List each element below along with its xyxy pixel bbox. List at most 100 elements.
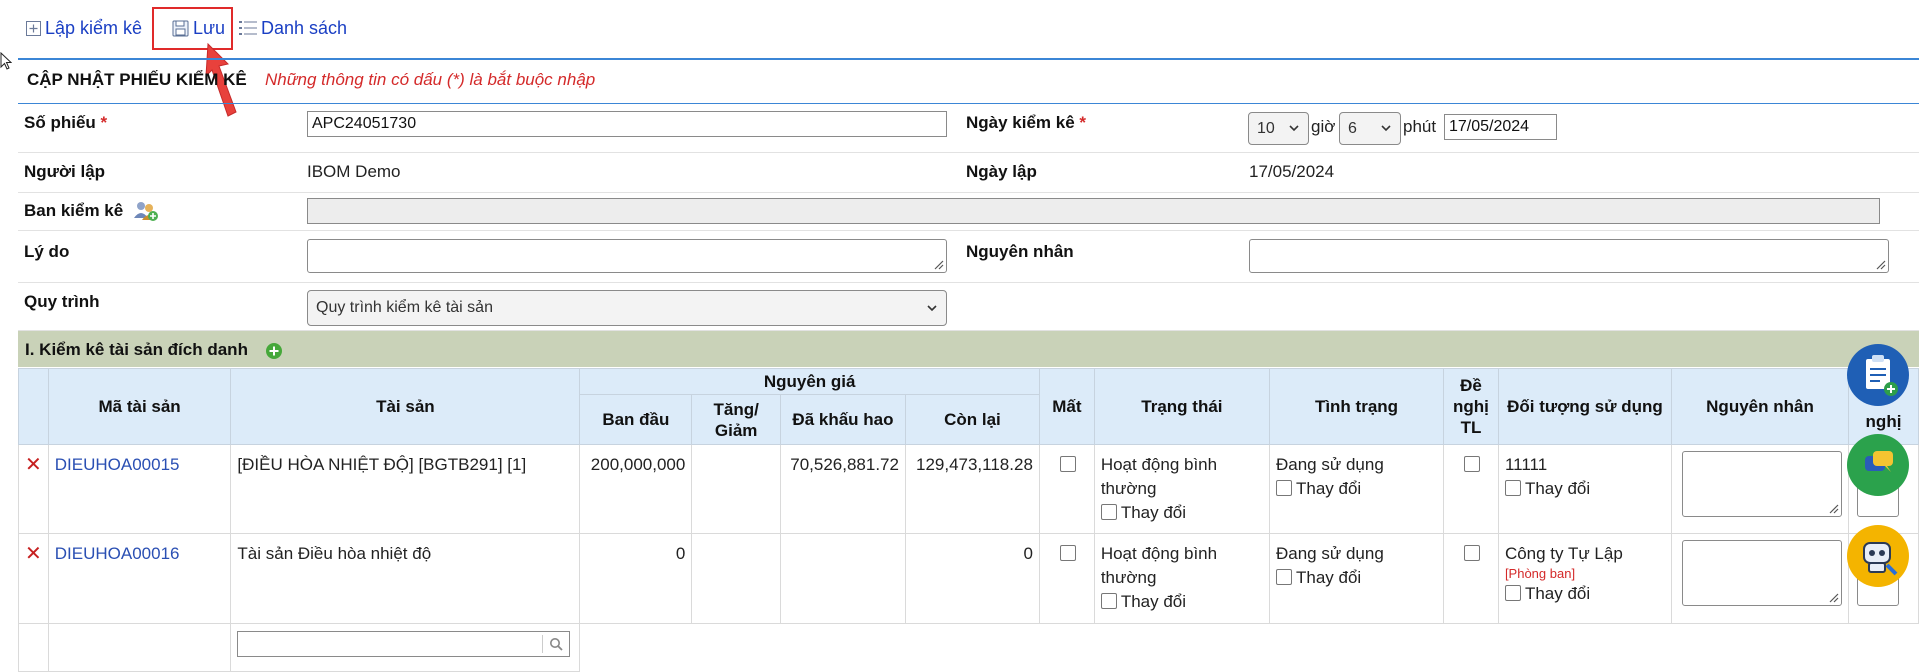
tang-giam-value xyxy=(692,445,780,453)
resize-grip-icon[interactable] xyxy=(1874,258,1886,270)
ban-kiem-ke-label: Ban kiểm kê xyxy=(24,201,124,220)
row-nguyen-nhan-textarea[interactable] xyxy=(1682,540,1842,606)
mat-checkbox[interactable] xyxy=(1059,545,1076,561)
chevron-down-icon xyxy=(1381,125,1391,132)
nguyen-nhan-label: Nguyên nhân xyxy=(966,242,1074,261)
ly-do-textarea[interactable] xyxy=(307,239,947,273)
minute-select[interactable]: 6 xyxy=(1339,112,1401,145)
create-inventory-label: Lập kiểm kê xyxy=(45,17,143,38)
header-ma-tai-san: Mã tài sản xyxy=(47,368,232,445)
header-de-nghi-tl: Đề nghị TL xyxy=(1443,368,1499,445)
table-row: ✕ DIEUHOA00015 [ĐIỀU HÒA NHIỆT ĐỘ] [BGTB… xyxy=(18,444,1919,534)
resize-grip-icon[interactable] xyxy=(932,258,944,270)
asset-name: [ĐIỀU HÒA NHIỆT ĐỘ] [BGTB291] [1] xyxy=(237,455,527,474)
change-label: Thay đổi xyxy=(1295,568,1362,587)
chevron-down-icon xyxy=(927,305,937,312)
list-label: Danh sách xyxy=(261,17,348,38)
de-nghi-checkbox[interactable] xyxy=(1464,456,1481,472)
ngay-kiem-ke-label: Ngày kiểm kê * xyxy=(966,113,1087,132)
search-divider xyxy=(542,635,544,653)
change-label: Thay đổi xyxy=(1120,592,1187,611)
tinh-trang-change-checkbox[interactable] xyxy=(1275,569,1292,585)
quy-trinh-value: Quy trình kiểm kê tài sản xyxy=(316,299,493,316)
robot-support-fab[interactable] xyxy=(1847,525,1909,587)
tang-giam-value xyxy=(692,534,780,542)
ngay-lap-value: 17/05/2024 xyxy=(1249,162,1335,181)
table-search-row xyxy=(18,623,1919,672)
con-lai-value: 129,473,118.28 xyxy=(915,455,1033,474)
doi-tuong-change-checkbox[interactable] xyxy=(1504,480,1521,496)
report-fab[interactable] xyxy=(1847,344,1909,406)
doi-tuong-value: Công ty Tự Lập xyxy=(1504,544,1623,563)
trang-thai-change-checkbox[interactable] xyxy=(1100,504,1117,520)
asset-code-link[interactable]: DIEUHOA00015 xyxy=(55,455,180,474)
ban-dau-value: 200,000,000 xyxy=(590,455,686,474)
chat-bubble-icon xyxy=(1865,451,1893,472)
da-khau-hao-value xyxy=(781,534,905,542)
doi-tuong-change-checkbox[interactable] xyxy=(1504,585,1521,601)
team-users-icon[interactable] xyxy=(133,200,159,222)
header-con-lai: Còn lại xyxy=(904,394,1040,445)
tinh-trang-value: Đang sử dụng xyxy=(1275,455,1384,474)
change-label: Thay đổi xyxy=(1524,584,1591,603)
tinh-trang-value: Đang sử dụng xyxy=(1275,544,1384,563)
delete-row-icon[interactable]: ✕ xyxy=(25,543,42,565)
asset-name: Tài sản Điều hòa nhiệt độ xyxy=(237,544,432,563)
de-nghi-checkbox[interactable] xyxy=(1464,545,1481,561)
resize-grip-icon[interactable] xyxy=(1827,591,1839,603)
group-title: I. Kiểm kê tài sản đích danh xyxy=(25,340,248,359)
minute-unit: phút xyxy=(1403,117,1437,136)
header-nguyen-gia: Nguyên giá xyxy=(579,368,1040,395)
mouse-cursor-icon xyxy=(0,52,12,70)
clipboard-add-icon xyxy=(1866,355,1898,396)
asset-table: Mã tài sản Tài sản Nguyên giá Mất Trạng … xyxy=(18,368,1919,672)
search-icon[interactable] xyxy=(549,637,564,651)
doi-tuong-value: 11111 xyxy=(1504,455,1548,474)
header-ban-dau: Ban đầu xyxy=(579,394,693,445)
chevron-down-icon xyxy=(1289,125,1299,132)
nguyen-nhan-textarea[interactable] xyxy=(1249,239,1889,273)
nguoi-lap-label: Người lập xyxy=(24,162,106,181)
so-phieu-input[interactable] xyxy=(307,111,947,137)
quy-trinh-select[interactable]: Quy trình kiểm kê tài sản xyxy=(307,290,947,326)
header-doi-tuong: Đối tượng sử dụng xyxy=(1497,368,1673,445)
doi-tuong-tag: [Phòng ban] xyxy=(1504,566,1576,581)
tinh-trang-change-checkbox[interactable] xyxy=(1275,480,1292,496)
toolbar: Lập kiểm kê Lưu Danh sách xyxy=(0,0,1919,56)
trang-thai-change-checkbox[interactable] xyxy=(1100,593,1117,609)
header-tinh-trang: Tình trạng xyxy=(1268,368,1445,445)
robot-tools-icon xyxy=(1863,542,1898,576)
da-khau-hao-value: 70,526,881.72 xyxy=(790,455,899,474)
minute-value: 6 xyxy=(1348,119,1357,137)
asset-search-input[interactable] xyxy=(237,631,571,657)
header-mat: Mất xyxy=(1038,368,1095,445)
chat-fab[interactable] xyxy=(1847,434,1909,496)
nguoi-lap-value: IBOM Demo xyxy=(307,162,401,181)
change-label: Thay đổi xyxy=(1524,479,1591,498)
so-phieu-label: Số phiếu * xyxy=(24,113,108,132)
section-title: CẬP NHẬT PHIẾU KIỂM KÊ xyxy=(27,70,247,89)
resize-grip-icon[interactable] xyxy=(1827,502,1839,514)
hour-unit: giờ xyxy=(1311,117,1336,136)
top-divider xyxy=(18,58,1919,60)
ban-kiem-ke-field[interactable] xyxy=(307,198,1880,224)
header-tai-san: Tài sản xyxy=(230,368,581,445)
list-button[interactable]: Danh sách xyxy=(239,14,347,42)
group-header-bar xyxy=(18,331,1919,367)
con-lai-value: 0 xyxy=(1023,544,1033,563)
header-action xyxy=(18,368,49,445)
ly-do-label: Lý do xyxy=(24,242,70,261)
header-tang-giam: Tăng/ Giảm xyxy=(691,394,781,445)
delete-row-icon[interactable]: ✕ xyxy=(25,454,42,476)
table-row: ✕ DIEUHOA00016 Tài sản Điều hòa nhiệt độ… xyxy=(18,533,1919,624)
hour-select[interactable]: 10 xyxy=(1248,112,1309,145)
asset-code-link[interactable]: DIEUHOA00016 xyxy=(55,544,180,563)
row-nguyen-nhan-textarea[interactable] xyxy=(1682,451,1842,517)
date-input[interactable] xyxy=(1444,114,1557,140)
mat-checkbox[interactable] xyxy=(1059,456,1076,472)
change-label: Thay đổi xyxy=(1120,503,1187,522)
add-row-icon[interactable] xyxy=(265,342,283,360)
header-trang-thai: Trạng thái xyxy=(1093,368,1270,445)
create-inventory-button[interactable]: Lập kiểm kê xyxy=(26,14,142,42)
change-label: Thay đổi xyxy=(1295,479,1362,498)
